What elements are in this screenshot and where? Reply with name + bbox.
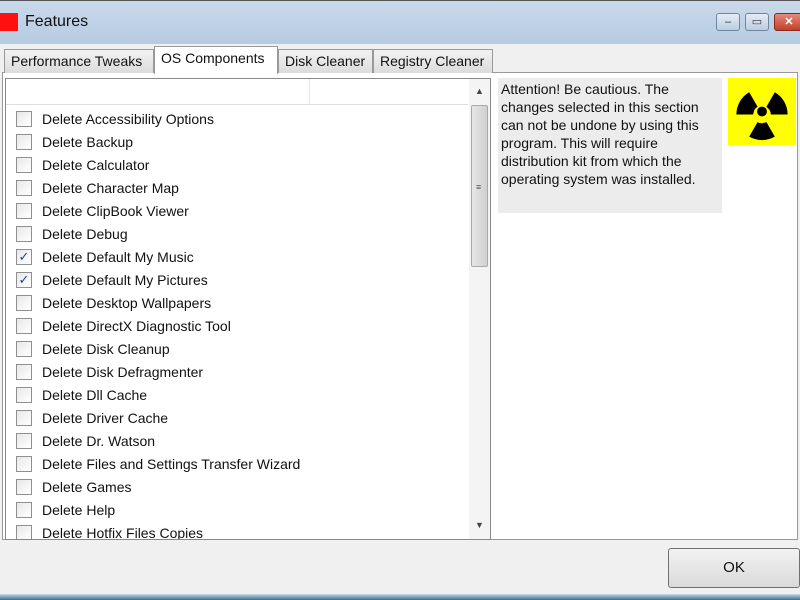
item-label: Delete Dr. Watson bbox=[42, 433, 156, 449]
item-label: Delete Driver Cache bbox=[42, 410, 169, 426]
item-label: Delete Calculator bbox=[42, 157, 150, 173]
checkbox[interactable] bbox=[16, 111, 32, 127]
list-item[interactable]: Delete DirectX Diagnostic Tool bbox=[16, 315, 231, 337]
checkbox[interactable] bbox=[16, 157, 32, 173]
checkbox[interactable] bbox=[16, 318, 32, 334]
tab-disk-cleaner[interactable]: Disk Cleaner bbox=[278, 49, 373, 73]
item-label: Delete Accessibility Options bbox=[42, 111, 214, 127]
window-title: Features bbox=[25, 13, 89, 30]
app-icon bbox=[0, 13, 18, 31]
item-label: Delete Character Map bbox=[42, 180, 179, 196]
checkbox[interactable] bbox=[16, 226, 32, 242]
item-label: Delete Disk Defragmenter bbox=[42, 364, 204, 380]
taskbar-edge bbox=[0, 594, 800, 600]
item-label: Delete Backup bbox=[42, 134, 134, 150]
maximize-button[interactable]: ▭ bbox=[745, 13, 769, 31]
scroll-down-icon[interactable]: ▼ bbox=[469, 515, 490, 535]
list-item[interactable]: Delete ClipBook Viewer bbox=[16, 200, 189, 222]
item-label: Delete Debug bbox=[42, 226, 128, 242]
list-item[interactable]: Delete Backup bbox=[16, 131, 133, 153]
item-label: Delete Hotfix Files Copies bbox=[42, 525, 204, 540]
item-label: Delete Files and Settings Transfer Wizar… bbox=[42, 456, 301, 472]
list-item[interactable]: Delete Files and Settings Transfer Wizar… bbox=[16, 453, 300, 475]
scrollbar[interactable]: ▲ ≡ ▼ bbox=[469, 79, 490, 539]
list-item[interactable]: Delete Driver Cache bbox=[16, 407, 168, 429]
item-label: Delete ClipBook Viewer bbox=[42, 203, 189, 219]
list-item[interactable]: Delete Desktop Wallpapers bbox=[16, 292, 211, 314]
item-label: Delete Default My Pictures bbox=[42, 272, 208, 288]
checkbox[interactable] bbox=[16, 456, 32, 472]
checkbox[interactable] bbox=[16, 387, 32, 403]
radiation-icon bbox=[728, 78, 796, 145]
scroll-thumb[interactable]: ≡ bbox=[471, 105, 488, 267]
checkbox[interactable] bbox=[16, 410, 32, 426]
list-item[interactable]: Delete Help bbox=[16, 499, 115, 521]
item-label: Delete Disk Cleanup bbox=[42, 341, 170, 357]
checkbox[interactable] bbox=[16, 180, 32, 196]
list-item[interactable]: Delete Calculator bbox=[16, 154, 149, 176]
ok-button[interactable]: OK bbox=[668, 548, 800, 588]
warning-text: Attention! Be cautious. The changes sele… bbox=[498, 78, 722, 213]
checkbox[interactable] bbox=[16, 502, 32, 518]
item-label: Delete Help bbox=[42, 502, 116, 518]
checkbox[interactable] bbox=[16, 341, 32, 357]
tab-performance-tweaks[interactable]: Performance Tweaks bbox=[4, 49, 154, 73]
list-item[interactable]: Delete Dr. Watson bbox=[16, 430, 155, 452]
checkbox[interactable] bbox=[16, 479, 32, 495]
list-header bbox=[6, 79, 468, 105]
checkbox-checked[interactable]: ✓ bbox=[16, 272, 32, 288]
checkbox[interactable] bbox=[16, 525, 32, 539]
tab-registry-cleaner[interactable]: Registry Cleaner bbox=[373, 49, 493, 73]
scroll-up-icon[interactable]: ▲ bbox=[469, 81, 490, 101]
checkbox[interactable] bbox=[16, 134, 32, 150]
item-label: Delete Default My Music bbox=[42, 249, 194, 265]
minimize-button[interactable]: ‒ bbox=[716, 13, 740, 31]
tab-os-components[interactable]: OS Components bbox=[154, 46, 278, 74]
checkbox[interactable] bbox=[16, 364, 32, 380]
list-item[interactable]: Delete Games bbox=[16, 476, 131, 498]
list-item[interactable]: ✓ Delete Default My Music bbox=[16, 246, 194, 268]
list-item[interactable]: Delete Hotfix Files Copies bbox=[16, 522, 204, 540]
title-bar: Features ‒ ▭ ✕ bbox=[0, 0, 800, 44]
list-item[interactable]: Delete Dll Cache bbox=[16, 384, 147, 406]
list-item[interactable]: ✓ Delete Default My Pictures bbox=[16, 269, 208, 291]
item-label: Delete Games bbox=[42, 479, 132, 495]
close-button[interactable]: ✕ bbox=[774, 13, 800, 31]
grip-icon: ≡ bbox=[476, 182, 482, 192]
item-label: Delete DirectX Diagnostic Tool bbox=[42, 318, 231, 334]
list-item[interactable]: Delete Character Map bbox=[16, 177, 179, 199]
item-label: Delete Desktop Wallpapers bbox=[42, 295, 212, 311]
list-item[interactable]: Delete Accessibility Options bbox=[16, 108, 214, 130]
list-item[interactable]: Delete Debug bbox=[16, 223, 128, 245]
checkbox-checked[interactable]: ✓ bbox=[16, 249, 32, 265]
components-list: Delete Accessibility Options Delete Backu… bbox=[5, 78, 491, 540]
checkbox[interactable] bbox=[16, 433, 32, 449]
list-item[interactable]: Delete Disk Defragmenter bbox=[16, 361, 203, 383]
checkbox[interactable] bbox=[16, 203, 32, 219]
checkbox[interactable] bbox=[16, 295, 32, 311]
list-item[interactable]: Delete Disk Cleanup bbox=[16, 338, 170, 360]
item-label: Delete Dll Cache bbox=[42, 387, 148, 403]
